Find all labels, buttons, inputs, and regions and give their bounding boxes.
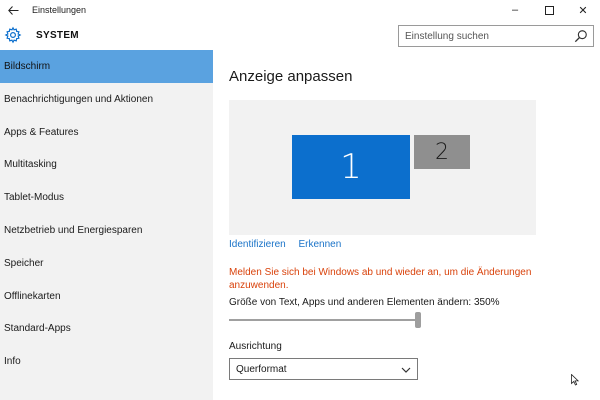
display-arrangement-area: 1 2: [229, 100, 536, 235]
search-input[interactable]: [399, 26, 569, 46]
arrow-left-icon: [7, 5, 18, 15]
scale-slider-track[interactable]: [229, 319, 417, 321]
orientation-label: Ausrichtung: [229, 341, 282, 352]
display-links: Identifizieren Erkennen: [229, 239, 341, 250]
orientation-dropdown[interactable]: Querformat: [229, 358, 418, 380]
monitor-1[interactable]: 1: [292, 135, 410, 199]
back-button[interactable]: [0, 0, 26, 20]
mouse-cursor-icon: [571, 374, 579, 386]
sidebar-item-tablet-modus[interactable]: Tablet-Modus: [0, 181, 213, 214]
close-button[interactable]: ✕: [566, 0, 600, 20]
page-title: Anzeige anpassen: [229, 68, 353, 85]
identify-link[interactable]: Identifizieren: [229, 239, 286, 250]
orientation-value: Querformat: [236, 363, 287, 375]
scale-slider[interactable]: [229, 312, 421, 328]
sidebar-item-bildschirm[interactable]: Bildschirm: [0, 50, 213, 83]
sidebar: Bildschirm Benachrichtigungen und Aktion…: [0, 50, 213, 400]
window-controls: – ✕: [498, 0, 600, 20]
main-content: Anzeige anpassen 1 2 Identifizieren Erke…: [213, 50, 600, 400]
sidebar-item-multitasking[interactable]: Multitasking: [0, 148, 213, 181]
scale-slider-thumb[interactable]: [415, 312, 421, 328]
sidebar-item-standard-apps[interactable]: Standard-Apps: [0, 312, 213, 345]
chevron-down-icon: [401, 367, 411, 373]
sidebar-item-offlinekarten[interactable]: Offlinekarten: [0, 280, 213, 313]
sidebar-item-netzbetrieb[interactable]: Netzbetrieb und Energiesparen: [0, 214, 213, 247]
section-title: SYSTEM: [36, 30, 79, 41]
maximize-icon: [544, 5, 554, 15]
sidebar-item-benachrichtigungen[interactable]: Benachrichtigungen und Aktionen: [0, 83, 213, 116]
scale-label: Größe von Text, Apps und anderen Element…: [229, 297, 500, 308]
gear-icon: [4, 26, 22, 44]
window-title: Einstellungen: [32, 5, 87, 15]
sidebar-item-apps-features[interactable]: Apps & Features: [0, 116, 213, 149]
search-icon[interactable]: [574, 29, 588, 43]
maximize-button[interactable]: [532, 0, 566, 20]
title-bar: Einstellungen – ✕: [0, 0, 600, 20]
minimize-button[interactable]: –: [498, 0, 532, 20]
search-box[interactable]: [398, 25, 594, 47]
detect-link[interactable]: Erkennen: [298, 239, 341, 250]
sidebar-item-speicher[interactable]: Speicher: [0, 247, 213, 280]
monitor-2[interactable]: 2: [414, 135, 470, 169]
sidebar-item-info[interactable]: Info: [0, 345, 213, 378]
signout-warning: Melden Sie sich bei Windows ab und wiede…: [229, 267, 532, 291]
